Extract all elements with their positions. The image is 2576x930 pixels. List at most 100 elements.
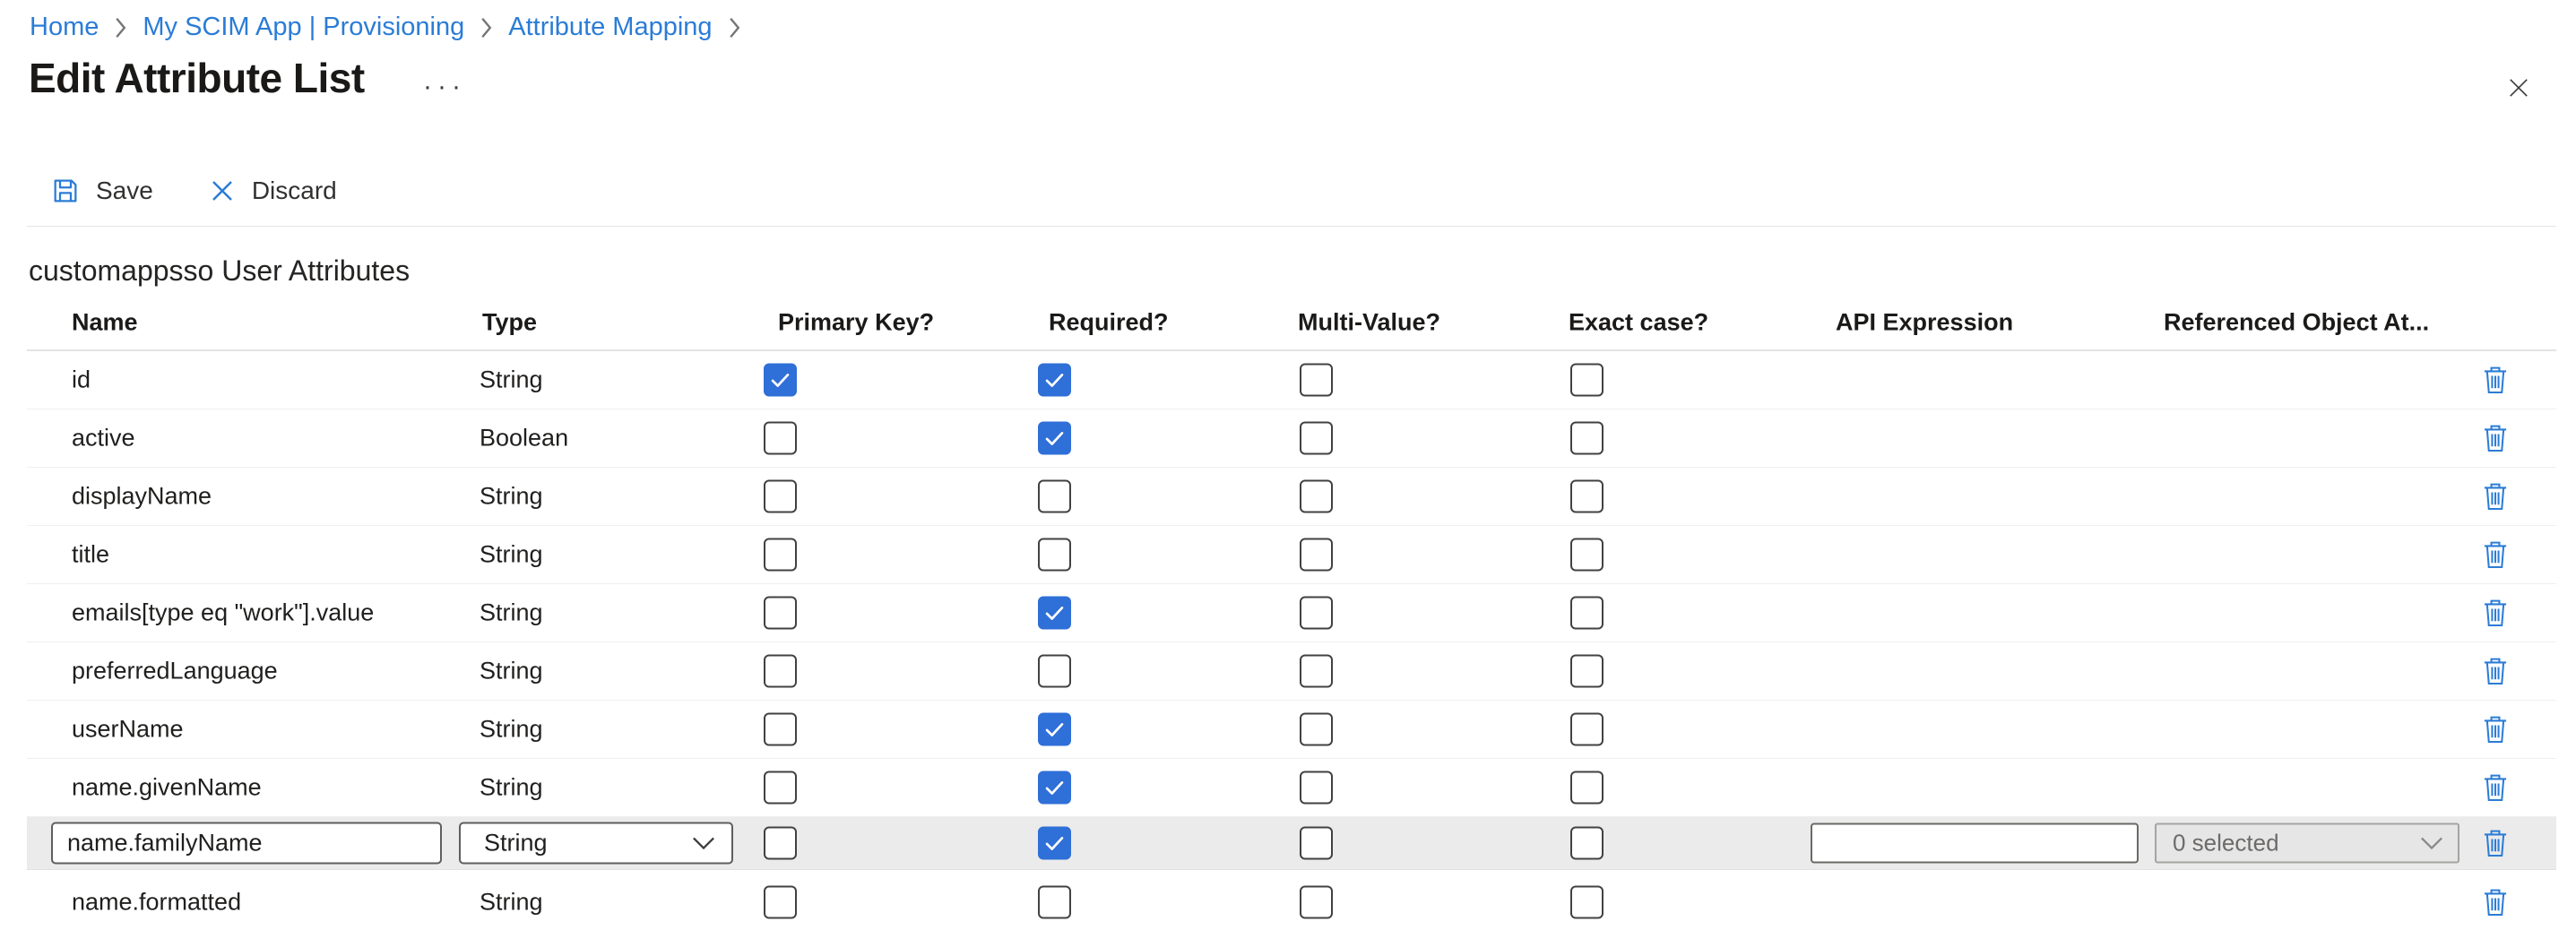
check-icon — [1042, 776, 1067, 800]
exact-case-checkbox[interactable] — [1570, 364, 1604, 397]
multi-value-checkbox[interactable] — [1300, 538, 1333, 572]
required-checkbox[interactable] — [1038, 538, 1071, 572]
exact-case-checkbox[interactable] — [1570, 597, 1604, 630]
delete-attribute-button[interactable] — [2483, 714, 2508, 745]
required-checkbox[interactable] — [1038, 422, 1071, 455]
type-select[interactable]: String — [459, 822, 733, 865]
attribute-name: emails[type eq "work"].value — [72, 599, 374, 627]
table-row: activeBoolean — [27, 409, 2556, 468]
primary-key-checkbox[interactable] — [764, 885, 797, 918]
attribute-name: name.givenName — [72, 774, 262, 802]
trash-icon — [2483, 423, 2508, 453]
column-header-type: Type — [482, 309, 537, 337]
attribute-name: displayName — [72, 483, 212, 511]
multi-value-checkbox[interactable] — [1300, 827, 1333, 860]
section-heading: customappsso User Attributes — [29, 254, 410, 288]
delete-attribute-button[interactable] — [2483, 539, 2508, 570]
trash-icon — [2483, 656, 2508, 686]
column-header-multi-value: Multi-Value? — [1298, 309, 1440, 337]
primary-key-checkbox[interactable] — [764, 771, 797, 805]
exact-case-checkbox[interactable] — [1570, 480, 1604, 513]
multi-value-checkbox[interactable] — [1300, 597, 1333, 630]
required-checkbox[interactable] — [1038, 713, 1071, 746]
chevron-right-icon — [728, 17, 741, 39]
exact-case-checkbox[interactable] — [1570, 538, 1604, 572]
primary-key-checkbox[interactable] — [764, 597, 797, 630]
multi-value-checkbox[interactable] — [1300, 713, 1333, 746]
trash-icon — [2483, 481, 2508, 512]
required-checkbox[interactable] — [1038, 364, 1071, 397]
save-button[interactable]: Save — [51, 177, 153, 205]
toolbar-divider — [27, 226, 2556, 227]
table-row: name.formattedString — [27, 870, 2556, 930]
ellipsis-icon[interactable]: ··· — [423, 72, 466, 102]
multi-value-checkbox[interactable] — [1300, 885, 1333, 918]
discard-button[interactable]: Discard — [209, 177, 337, 205]
column-header-required: Required? — [1049, 309, 1169, 337]
exact-case-checkbox[interactable] — [1570, 655, 1604, 688]
delete-attribute-button[interactable] — [2483, 772, 2508, 803]
breadcrumb-provisioning[interactable]: My SCIM App | Provisioning — [143, 13, 464, 42]
attribute-type: String — [480, 599, 543, 627]
table-row: idString — [27, 351, 2556, 409]
type-select-value: String — [484, 830, 548, 857]
delete-attribute-button[interactable] — [2483, 365, 2508, 395]
delete-attribute-button[interactable] — [2483, 598, 2508, 628]
required-checkbox[interactable] — [1038, 480, 1071, 513]
chevron-down-icon — [2420, 837, 2443, 850]
required-checkbox[interactable] — [1038, 885, 1071, 918]
column-header-referenced-object: Referenced Object At... — [2164, 309, 2429, 337]
delete-attribute-button[interactable] — [2483, 656, 2508, 686]
column-header-name: Name — [72, 309, 138, 337]
table-header-row: Name Type Primary Key? Required? Multi-V… — [27, 296, 2556, 351]
primary-key-checkbox[interactable] — [764, 655, 797, 688]
exact-case-checkbox[interactable] — [1570, 827, 1604, 860]
delete-attribute-button[interactable] — [2483, 828, 2508, 858]
table-row: title String — [27, 526, 2556, 584]
exact-case-checkbox[interactable] — [1570, 422, 1604, 455]
exact-case-checkbox[interactable] — [1570, 885, 1604, 918]
floppy-disk-icon — [51, 177, 80, 205]
delete-attribute-button[interactable] — [2483, 481, 2508, 512]
attribute-type: String — [480, 888, 543, 916]
column-header-api-expression: API Expression — [1836, 309, 2013, 337]
trash-icon — [2483, 887, 2508, 917]
exact-case-checkbox[interactable] — [1570, 771, 1604, 805]
multi-value-checkbox[interactable] — [1300, 422, 1333, 455]
primary-key-checkbox[interactable] — [764, 422, 797, 455]
required-checkbox[interactable] — [1038, 771, 1071, 805]
required-checkbox[interactable] — [1038, 655, 1071, 688]
attribute-type: String — [480, 541, 543, 569]
primary-key-checkbox[interactable] — [764, 713, 797, 746]
attribute-name: title — [72, 541, 109, 569]
x-icon — [209, 177, 236, 204]
primary-key-checkbox[interactable] — [764, 480, 797, 513]
breadcrumb-home[interactable]: Home — [30, 13, 99, 42]
trash-icon — [2483, 365, 2508, 395]
check-icon — [1042, 368, 1067, 392]
column-header-primary-key: Primary Key? — [778, 309, 934, 337]
trash-icon — [2483, 598, 2508, 628]
multi-value-checkbox[interactable] — [1300, 364, 1333, 397]
multi-value-checkbox[interactable] — [1300, 655, 1333, 688]
close-icon[interactable] — [2506, 75, 2531, 100]
attribute-type: String — [480, 483, 543, 511]
breadcrumb-attribute-mapping[interactable]: Attribute Mapping — [508, 13, 712, 42]
primary-key-checkbox[interactable] — [764, 538, 797, 572]
multi-value-checkbox[interactable] — [1300, 480, 1333, 513]
attribute-type: String — [480, 716, 543, 744]
table-row: name.givenNameString — [27, 759, 2556, 817]
table-row: String 0 selected — [27, 817, 2556, 870]
referenced-object-select[interactable]: 0 selected — [2155, 823, 2459, 864]
required-checkbox[interactable] — [1038, 827, 1071, 860]
primary-key-checkbox[interactable] — [764, 827, 797, 860]
delete-attribute-button[interactable] — [2483, 887, 2508, 917]
trash-icon — [2483, 828, 2508, 858]
primary-key-checkbox[interactable] — [764, 364, 797, 397]
required-checkbox[interactable] — [1038, 597, 1071, 630]
attribute-name-input[interactable] — [51, 822, 442, 865]
multi-value-checkbox[interactable] — [1300, 771, 1333, 805]
exact-case-checkbox[interactable] — [1570, 713, 1604, 746]
api-expression-input[interactable] — [1811, 823, 2139, 864]
delete-attribute-button[interactable] — [2483, 423, 2508, 453]
